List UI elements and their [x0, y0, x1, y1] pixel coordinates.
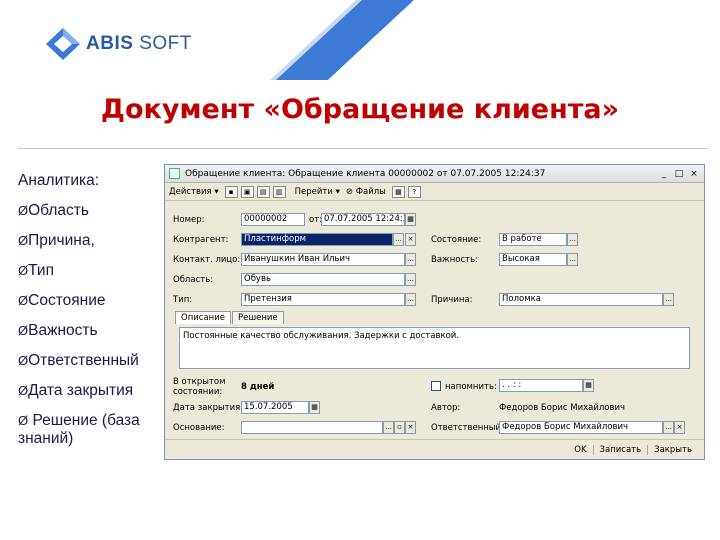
state-label: Состояние:: [431, 235, 482, 245]
window-toolbar: Действия ▾ ▪ ▣ ▤ ▥ Перейти ▾ ⊘ Файлы ▦ ?: [165, 183, 704, 201]
remind-label: напомнить:: [445, 382, 497, 392]
list-item: ØПричина,: [18, 232, 95, 249]
print-icon[interactable]: ▤: [256, 185, 270, 198]
open-period-label-line2: состоянии:: [173, 387, 223, 397]
counterparty-clear-button[interactable]: ×: [405, 233, 416, 246]
close-date-calendar-button[interactable]: ▦: [309, 401, 320, 414]
files-button[interactable]: ⊘ Файлы: [346, 187, 386, 197]
number-field[interactable]: 00000002: [241, 213, 305, 226]
save-button[interactable]: Записать: [592, 444, 648, 455]
counterparty-label: Контрагент:: [173, 235, 229, 245]
save-icon[interactable]: ▪: [224, 185, 238, 198]
logo-brand-bold: ABIS: [86, 33, 134, 54]
basis-select-button[interactable]: …: [383, 421, 394, 434]
list-item: ØВажность: [18, 322, 98, 339]
slide-title: Документ «Обращение клиента»: [100, 94, 620, 125]
header-stripe-decoration: [270, 0, 720, 80]
author-label: Автор:: [431, 403, 461, 413]
basis-label: Основание:: [173, 423, 225, 433]
remind-checkbox[interactable]: [431, 381, 441, 391]
list-item: Ø Решение (база знаний): [18, 412, 140, 447]
window-bottom-bar: OK Записать Закрыть: [165, 439, 704, 459]
author-value: Федоров Борис Михайлович: [499, 403, 626, 413]
reason-label: Причина:: [431, 295, 473, 305]
number-label: Номер:: [173, 215, 205, 225]
request-form: Номер: 00000002 от: 07.07.2005 12:24:37 …: [165, 203, 704, 459]
tab-solution[interactable]: Решение: [231, 311, 284, 324]
open-period-value: 8 дней: [241, 382, 275, 392]
state-field[interactable]: В работе: [499, 233, 567, 246]
close-date-label: Дата закрытия:: [173, 403, 244, 413]
remind-datetime-field[interactable]: . . : :: [499, 379, 583, 392]
tab-description[interactable]: Описание: [175, 311, 231, 324]
contact-field[interactable]: Иванушкин Иван Ильич: [241, 253, 405, 266]
title-divider: [18, 148, 708, 149]
close-button[interactable]: ×: [688, 169, 700, 179]
calendar-button[interactable]: ▦: [405, 213, 416, 226]
logo-brand-light: SOFT: [139, 33, 192, 54]
type-label: Тип:: [173, 295, 193, 305]
copy-icon[interactable]: ▥: [272, 185, 286, 198]
close-form-button[interactable]: Закрыть: [647, 444, 698, 455]
reason-select-button[interactable]: …: [663, 293, 674, 306]
logo-mark-icon: [46, 28, 80, 60]
list-item: ØДата закрытия: [18, 382, 134, 399]
tab-strip: Описание Решение: [175, 311, 285, 324]
remind-calendar-button[interactable]: ▦: [583, 379, 594, 392]
date-field[interactable]: 07.07.2005 12:24:37: [321, 213, 405, 226]
importance-select-button[interactable]: …: [567, 253, 578, 266]
structure-icon[interactable]: ▦: [391, 185, 405, 198]
list-item: ØСостояние: [18, 292, 106, 309]
list-item: ØТип: [18, 262, 54, 279]
abis-soft-logo: ABIS SOFT: [44, 26, 192, 62]
area-field[interactable]: Обувь: [241, 273, 405, 286]
counterparty-field[interactable]: Пластинформ: [241, 233, 393, 246]
minimize-button[interactable]: _: [658, 169, 670, 179]
contact-label: Контакт. лицо:: [173, 255, 241, 265]
ok-button[interactable]: OK: [568, 445, 592, 455]
actions-menu[interactable]: Действия ▾: [169, 187, 219, 197]
type-field[interactable]: Претензия: [241, 293, 405, 306]
maximize-button[interactable]: □: [673, 169, 685, 179]
importance-label: Важность:: [431, 255, 478, 265]
goto-menu[interactable]: Перейти ▾: [295, 187, 340, 197]
area-select-button[interactable]: …: [405, 273, 416, 286]
window-title: Обращение клиента: Обращение клиента 000…: [185, 168, 546, 179]
basis-field[interactable]: [241, 421, 383, 434]
counterparty-select-button[interactable]: …: [393, 233, 404, 246]
basis-clear-button[interactable]: ×: [405, 421, 416, 434]
type-select-button[interactable]: …: [405, 293, 416, 306]
reason-field[interactable]: Поломка: [499, 293, 663, 306]
analytics-list: Аналитика: ØОбласть ØПричина, ØТип ØСост…: [18, 172, 168, 448]
list-item: ØОтветственный: [18, 352, 139, 369]
basis-open-button[interactable]: ▫: [394, 421, 405, 434]
help-icon[interactable]: ?: [407, 185, 421, 198]
open-period-label-line1: В открытом: [173, 377, 226, 387]
responsible-select-button[interactable]: …: [663, 421, 674, 434]
post-icon[interactable]: ▣: [240, 185, 254, 198]
responsible-field[interactable]: Федоров Борис Михайлович: [499, 421, 663, 434]
responsible-label: Ответственный:: [431, 423, 504, 433]
list-item: ØОбласть: [18, 202, 89, 219]
window-titlebar: Обращение клиента: Обращение клиента 000…: [165, 165, 704, 183]
paperclip-icon: ⊘: [345, 186, 356, 197]
analytics-heading: Аналитика:: [18, 172, 100, 189]
contact-select-button[interactable]: …: [405, 253, 416, 266]
importance-field[interactable]: Высокая: [499, 253, 567, 266]
document-icon: [169, 168, 180, 179]
area-label: Область:: [173, 275, 214, 285]
close-date-field[interactable]: 15.07.2005: [241, 401, 309, 414]
state-select-button[interactable]: …: [567, 233, 578, 246]
responsible-clear-button[interactable]: ×: [674, 421, 685, 434]
description-textarea[interactable]: Постоянные качество обслуживания. Задерж…: [179, 327, 690, 369]
client-request-window: Обращение клиента: Обращение клиента 000…: [164, 164, 705, 460]
